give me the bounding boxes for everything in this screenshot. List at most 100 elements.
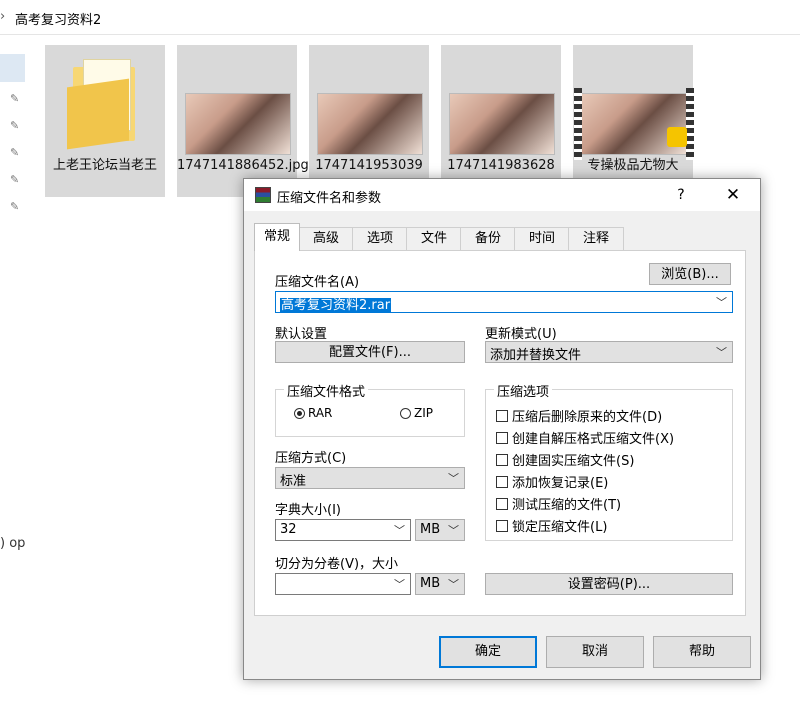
archive-dialog: 压缩文件名和参数 ? ✕ 常规 高级 选项 文件 备份 时间 注释 压缩文件名(… [243,178,761,680]
general-panel: 压缩文件名(A) 浏览(B)... 高考复习资料2.rar ﹀ 默认设置 配置文… [254,250,746,616]
winrar-icon [255,187,271,203]
format-group-title: 压缩文件格式 [284,381,369,400]
address-bar[interactable]: › 高考复习资料2 [0,0,800,35]
file-tile[interactable]: 专操极品尤物大 [573,45,694,197]
browse-button[interactable]: 浏览(B)... [649,263,731,285]
dictionary-label: 字典大小(I) [275,503,341,518]
radio-selected-icon[interactable] [294,407,305,419]
dictionary-size-combo[interactable]: 32 ﹀ [275,519,411,541]
image-thumbnail [317,93,423,155]
file-name: 1747141886452.jpg [177,158,309,173]
format-group: 压缩文件格式 RAR ZIP [275,381,465,437]
ok-button[interactable]: 确定 [439,636,537,668]
method-value: 标准 [280,474,307,489]
split-unit-value: MB [420,576,441,591]
tab-files[interactable]: 文件 [406,227,462,250]
breadcrumb-chevron-icon[interactable]: › [0,9,5,24]
option-label: 测试压缩的文件(T) [512,498,622,513]
pin-icon[interactable]: ✎ [10,92,19,105]
archive-name-value[interactable]: 高考复习资料2.rar [280,298,392,313]
player-badge-icon [667,127,687,147]
checkbox-icon[interactable] [496,409,508,422]
option-checkbox[interactable]: 添加恢复记录(E) [496,472,608,491]
dictionary-unit-select[interactable]: MB ﹀ [415,519,465,541]
file-name: 1747141983628 [447,158,555,173]
update-mode-select[interactable]: 添加并替换文件 ﹀ [485,341,733,363]
option-label: 创建固实压缩文件(S) [512,454,635,469]
archive-name-label: 压缩文件名(A) [275,275,360,290]
file-tile[interactable]: 上老王论坛当老王 [45,45,165,197]
file-name: 专操极品尤物大 [587,158,679,173]
archive-name-combo[interactable]: 高考复习资料2.rar ﹀ [275,291,733,313]
split-size-combo[interactable]: ﹀ [275,573,411,595]
pin-icon[interactable]: ✎ [10,119,19,132]
rar-label: RAR [308,406,333,420]
method-label: 压缩方式(C) [275,451,347,466]
set-password-button[interactable]: 设置密码(P)... [485,573,733,595]
dictionary-unit-value: MB [420,522,441,537]
option-checkbox[interactable]: 测试压缩的文件(T) [496,494,621,513]
rar-radio[interactable]: RAR [294,406,332,420]
chevron-down-icon[interactable]: ﹀ [448,522,459,538]
nav-selected-item[interactable] [0,54,25,82]
options-group-title: 压缩选项 [494,381,553,400]
options-group: 压缩选项 压缩后删除原来的文件(D) 创建自解压格式压缩文件(X) 创建固实压缩… [485,381,733,541]
image-thumbnail [185,93,291,155]
option-label: 创建自解压格式压缩文件(X) [512,432,675,447]
tab-options[interactable]: 选项 [352,227,408,250]
split-volumes-label: 切分为分卷(V)，大小 [275,557,399,572]
zip-radio[interactable]: ZIP [400,406,433,420]
image-thumbnail [449,93,555,155]
chevron-down-icon[interactable]: ﹀ [448,470,459,486]
folder-icon [67,59,143,150]
file-tile[interactable]: 1747141886452.jpg [177,45,309,197]
help-button[interactable]: 帮助 [653,636,751,668]
breadcrumb[interactable]: 高考复习资料2 [15,9,101,28]
navigation-pane: ✎ ✎ ✎ ✎ ✎ [0,34,40,707]
tab-time[interactable]: 时间 [514,227,570,250]
checkbox-icon[interactable] [496,497,508,510]
file-name: 上老王论坛当老王 [52,158,157,173]
dialog-titlebar[interactable]: 压缩文件名和参数 ? ✕ [244,179,760,211]
tab-backup[interactable]: 备份 [460,227,516,250]
option-label: 添加恢复记录(E) [512,476,609,491]
option-label: 压缩后删除原来的文件(D) [512,410,663,425]
tab-advanced[interactable]: 高级 [298,227,354,250]
dialog-title: 压缩文件名和参数 [277,191,382,206]
file-name: 1747141953039 [315,158,423,173]
pin-icon[interactable]: ✎ [10,146,19,159]
help-title-button[interactable]: ? [668,183,694,207]
checkbox-icon[interactable] [496,431,508,444]
option-checkbox[interactable]: 锁定压缩文件(L) [496,516,607,535]
update-mode-label: 更新模式(U) [485,327,557,342]
checkbox-icon[interactable] [496,475,508,488]
tab-comment[interactable]: 注释 [568,227,624,250]
chevron-down-icon[interactable]: ﹀ [716,294,727,310]
close-icon[interactable]: ✕ [718,183,748,207]
zip-label: ZIP [414,406,433,420]
radio-icon[interactable] [400,407,411,419]
option-checkbox[interactable]: 创建自解压格式压缩文件(X) [496,428,674,447]
chevron-down-icon[interactable]: ﹀ [394,576,405,592]
file-tile[interactable]: 1747141953039 [309,45,429,197]
split-unit-select[interactable]: MB ﹀ [415,573,465,595]
option-checkbox[interactable]: 压缩后删除原来的文件(D) [496,406,662,425]
option-checkbox[interactable]: 创建固实压缩文件(S) [496,450,634,469]
update-mode-value: 添加并替换文件 [490,348,582,363]
profiles-button[interactable]: 配置文件(F)... [275,341,465,363]
cancel-button[interactable]: 取消 [546,636,644,668]
tab-general[interactable]: 常规 [254,223,300,251]
chevron-down-icon[interactable]: ﹀ [716,344,727,360]
option-label: 锁定压缩文件(L) [512,520,608,535]
chevron-down-icon[interactable]: ﹀ [394,522,405,538]
method-select[interactable]: 标准 ﹀ [275,467,465,489]
checkbox-icon[interactable] [496,453,508,466]
default-settings-label: 默认设置 [275,327,328,342]
file-tile[interactable]: 1747141983628 [441,45,561,197]
chevron-down-icon[interactable]: ﹀ [448,576,459,592]
checkbox-icon[interactable] [496,519,508,532]
pin-icon[interactable]: ✎ [10,173,19,186]
pin-icon[interactable]: ✎ [10,200,19,213]
dictionary-size-value: 32 [280,522,297,537]
nav-label-fragment: ) op [0,536,26,551]
